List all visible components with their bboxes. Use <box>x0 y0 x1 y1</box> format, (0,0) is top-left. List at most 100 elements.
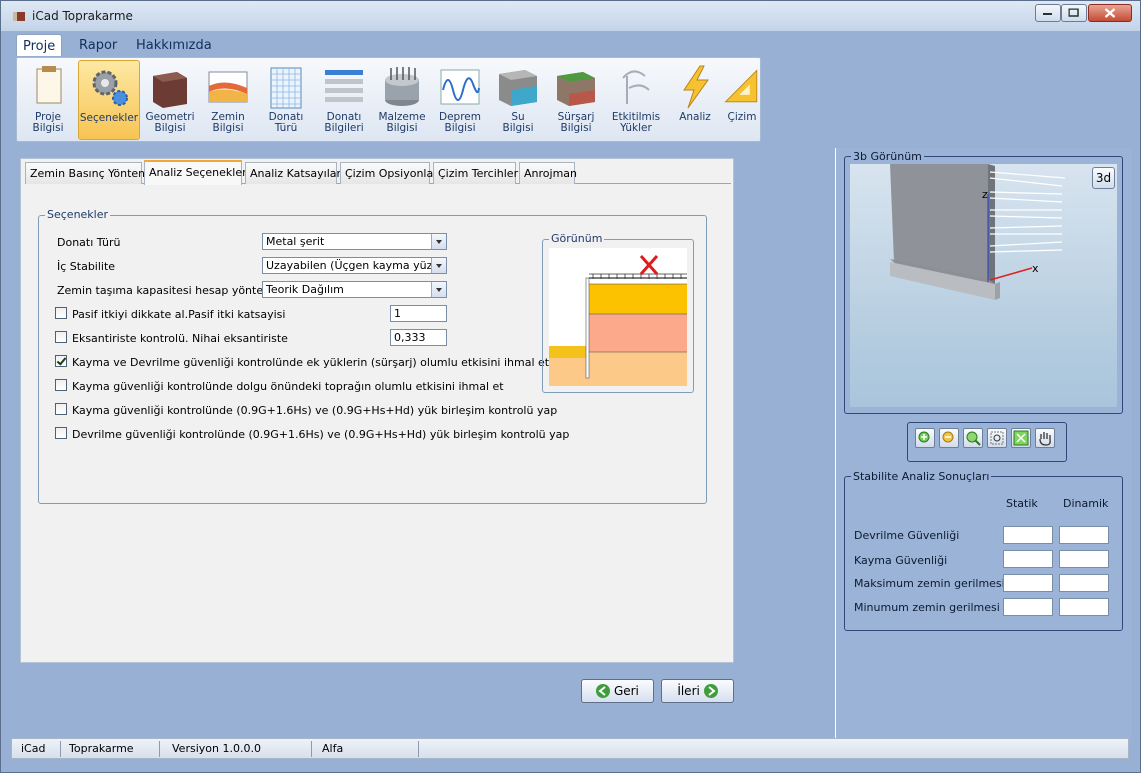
title-bar: iCad Toprakarme <box>1 1 1140 31</box>
next-button[interactable]: İleri <box>661 679 734 703</box>
gorunum-group: Görünüm <box>542 232 694 393</box>
sursarj-ihmal-checkbox[interactable] <box>55 355 67 367</box>
dolgu-ihmal-label: Kayma güvenliği kontrolünde dolgu önünde… <box>72 380 504 393</box>
result-row-label: Maksimum zemin gerilmesi <box>854 577 1005 590</box>
zoom-out-button[interactable] <box>939 428 959 448</box>
max-gerilme-dinamik-output <box>1059 574 1109 592</box>
document-icon <box>36 66 62 104</box>
arrow-left-icon <box>596 684 611 698</box>
pasif-label: Pasif itkiyi dikkate al.Pasif itki katsa… <box>72 308 286 321</box>
close-button[interactable] <box>1088 4 1132 22</box>
sursarj-ihmal-label: Kayma ve Devrilme güvenliği kontrolünde … <box>72 356 550 369</box>
status-stage: Alfa <box>322 742 344 755</box>
ic-stabilite-label: İç Stabilite <box>57 260 116 273</box>
pasif-checkbox[interactable] <box>55 307 67 319</box>
pan-button[interactable] <box>1035 428 1055 448</box>
zemin-tasima-select[interactable]: Teorik Dağılım <box>262 281 447 298</box>
ic-stabilite-value: Uzayabilen (Üçgen kayma yüzeyi) <box>266 259 447 272</box>
pasif-katsayi-input[interactable]: 1 <box>390 305 447 322</box>
water-icon <box>499 70 537 106</box>
ribbon-su-bilgisi-button[interactable]: Su Bilgisi <box>490 60 546 140</box>
ribbon-donati-turu-button[interactable]: Donatı Türü <box>258 60 314 140</box>
ribbon-label: Bilgisi <box>444 122 476 134</box>
minimize-button[interactable] <box>1035 4 1061 22</box>
maximize-icon <box>1068 8 1079 17</box>
result-row-label: Devrilme Güvenliği <box>854 529 960 542</box>
fit-view-button[interactable] <box>1011 428 1031 448</box>
ribbon-label: Türü <box>274 122 298 134</box>
grid-icon <box>270 67 302 109</box>
ribbon-deprem-bilgisi-button[interactable]: Deprem Bilgisi <box>432 60 488 140</box>
tab-analiz-katsayilari[interactable]: Analiz Katsayıları <box>245 162 344 184</box>
ribbon-label: Bilgisi <box>212 122 244 134</box>
back-button[interactable]: Geri <box>581 679 654 703</box>
gears-icon <box>92 70 128 106</box>
tab-analiz-secenekleri[interactable]: Analiz Seçenekleri <box>144 160 250 185</box>
kayma-dinamik-output <box>1059 550 1109 568</box>
zoom-window-button[interactable] <box>963 428 983 448</box>
material-icon <box>385 67 419 106</box>
ribbon-label: Bilgisi <box>502 122 534 134</box>
status-version: Versiyon 1.0.0.0 <box>172 742 261 755</box>
ribbon-zemin-bilgisi-button[interactable]: Zemin Bilgisi <box>200 60 256 140</box>
ribbon-malzeme-bilgisi-button[interactable]: Malzeme Bilgisi <box>374 60 430 140</box>
view-3d-toggle-button[interactable]: 3d <box>1092 167 1115 189</box>
ribbon-sursarj-bilgisi-button[interactable]: Sürşarj Bilgisi <box>548 60 604 140</box>
menu-tab-proje[interactable]: Proje <box>16 34 63 56</box>
ribbon-geometri-bilgisi-button[interactable]: Geometri Bilgisi <box>142 60 198 140</box>
zoom-extents-icon <box>990 431 1004 445</box>
back-label: Geri <box>613 684 639 698</box>
section-preview-diagram <box>549 248 687 386</box>
tab-zemin-basinc-yontemi[interactable]: Zemin Basınç Yöntemi <box>25 162 152 184</box>
ribbon-etkitilmis-yukler-button[interactable]: Etkitilmis Yükler <box>606 60 666 140</box>
eksantirite-checkbox[interactable] <box>55 331 67 343</box>
options-panel: Zemin Basınç Yöntemi Analiz Seçenekleri … <box>20 158 734 663</box>
ribbon-label: Bilgileri <box>324 122 364 134</box>
tab-anrojman[interactable]: Anrojman <box>519 162 577 184</box>
donati-turu-select[interactable]: Metal şerit <box>262 233 447 250</box>
app-logo-icon <box>13 12 25 21</box>
min-gerilme-dinamik-output <box>1059 598 1109 616</box>
kayma-statik-output <box>1003 550 1053 568</box>
window-title: iCad Toprakarme <box>32 9 133 23</box>
next-label: İleri <box>677 684 700 698</box>
min-gerilme-statik-output <box>1003 598 1053 616</box>
dolgu-ihmal-checkbox[interactable] <box>55 379 67 391</box>
surcharge-icon <box>557 72 595 106</box>
minimize-icon <box>1043 13 1052 15</box>
view3d-canvas[interactable]: x z <box>850 164 1117 407</box>
triangle-ruler-icon <box>724 69 758 103</box>
tab-cizim-opsiyonlari[interactable]: Çizim Opsiyonları <box>340 162 441 184</box>
axis-z-label: z <box>982 188 988 201</box>
devrilme-birlesim-checkbox[interactable] <box>55 427 67 439</box>
tab-cizim-tercihleri[interactable]: Çizim Tercihleri <box>433 162 521 184</box>
ribbon-analiz-button[interactable]: Analiz <box>668 60 722 140</box>
kayma-birlesim-checkbox[interactable] <box>55 403 67 415</box>
donati-turu-label: Donatı Türü <box>57 236 121 249</box>
seismic-wave-icon <box>440 69 480 105</box>
donati-turu-value: Metal şerit <box>266 235 325 248</box>
chevron-down-icon <box>431 234 446 249</box>
ribbon-donati-bilgileri-button[interactable]: Donatı Bilgileri <box>316 60 372 140</box>
ribbon-label: Bilgisi <box>560 122 592 134</box>
maximize-button[interactable] <box>1061 4 1087 22</box>
zoom-extents-button[interactable] <box>987 428 1007 448</box>
ribbon-cizim-button[interactable]: Çizim <box>724 60 760 140</box>
status-module: Toprakarme <box>69 742 134 755</box>
ribbon-panel: Proje Bilgisi Seçenekler Geometri Bilgisi <box>16 57 761 142</box>
close-icon <box>1104 8 1116 18</box>
ribbon-proje-bilgisi-button[interactable]: Proje Bilgisi <box>20 60 76 140</box>
ic-stabilite-select[interactable]: Uzayabilen (Üçgen kayma yüzeyi) <box>262 257 447 274</box>
ribbon-secenekler-button[interactable]: Seçenekler <box>78 60 140 140</box>
menu-tab-rapor[interactable]: Rapor <box>73 34 123 56</box>
ribbon: Proje Rapor Hakkımızda Proje Bilgisi Seçe… <box>11 31 1132 144</box>
fit-view-icon <box>1013 430 1029 446</box>
zoom-in-icon <box>918 431 930 443</box>
loads-icon <box>622 70 650 104</box>
kayma-birlesim-label: Kayma güvenliği kontrolünde (0.9G+1.6Hs)… <box>72 404 558 417</box>
menu-tab-hakkimizda[interactable]: Hakkımızda <box>130 34 218 56</box>
secenekler-legend: Seçenekler <box>45 208 111 221</box>
zoom-in-button[interactable] <box>915 428 935 448</box>
eksantirite-input[interactable]: 0,333 <box>390 329 447 346</box>
ribbon-label: Bilgisi <box>32 122 64 134</box>
